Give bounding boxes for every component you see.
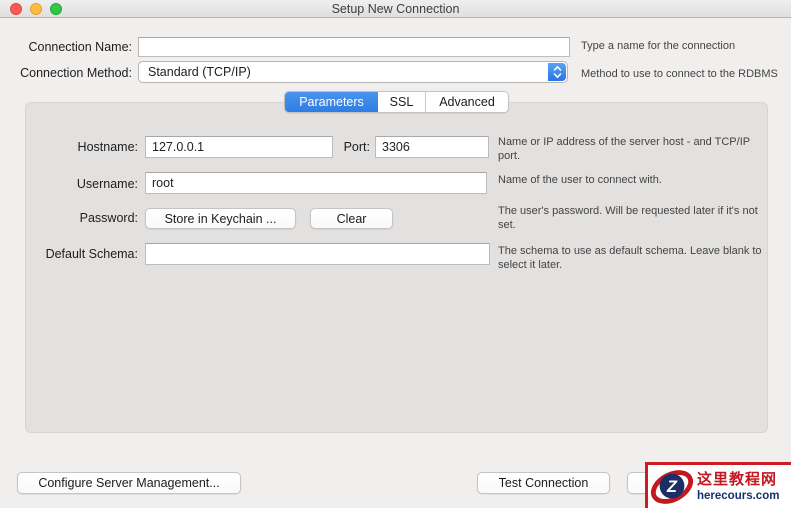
window-title: Setup New Connection xyxy=(331,2,460,16)
username-label: Username: xyxy=(76,177,138,191)
clear-password-button[interactable]: Clear xyxy=(310,208,393,229)
combo-stepper-icon xyxy=(548,63,566,81)
tab-bar: Parameters SSL Advanced xyxy=(284,91,509,113)
tab-ssl[interactable]: SSL xyxy=(378,92,425,112)
port-label: Port: xyxy=(343,140,370,154)
connection-name-hint: Type a name for the connection xyxy=(581,40,736,52)
store-in-keychain-button[interactable]: Store in Keychain ... xyxy=(145,208,296,229)
tab-parameters[interactable]: Parameters xyxy=(285,92,378,112)
hostname-hint: Name or IP address of the server host - … xyxy=(498,136,750,162)
password-label: Password: xyxy=(79,211,138,225)
configure-server-management-button[interactable]: Configure Server Management... xyxy=(17,472,241,494)
connection-method-value: Standard (TCP/IP) xyxy=(148,65,251,79)
default-schema-hint: The schema to use as default schema. Lea… xyxy=(498,245,762,271)
connection-name-input[interactable] xyxy=(138,37,570,57)
hostname-input[interactable] xyxy=(145,136,333,158)
watermark-cn-text: 这里教程网 xyxy=(697,470,778,488)
test-connection-button[interactable]: Test Connection xyxy=(477,472,610,494)
password-hint: The user's password. Will be requested l… xyxy=(498,205,758,231)
watermark: Z 这里教程网 herecours.com xyxy=(645,462,791,508)
hostname-label: Hostname: xyxy=(77,140,138,154)
default-schema-label: Default Schema: xyxy=(45,247,138,261)
watermark-texts: 这里教程网 herecours.com xyxy=(697,471,779,503)
tab-advanced[interactable]: Advanced xyxy=(425,92,508,112)
username-hint: Name of the user to connect with. xyxy=(498,174,662,186)
watermark-site-text: herecours.com xyxy=(697,489,780,502)
connection-method-label: Connection Method: xyxy=(20,66,132,80)
watermark-logo-icon: Z xyxy=(650,469,694,504)
port-input[interactable] xyxy=(375,136,489,158)
username-input[interactable] xyxy=(145,172,487,194)
connection-name-label: Connection Name: xyxy=(28,40,132,54)
svg-text:Z: Z xyxy=(666,477,678,495)
title-bar: Setup New Connection xyxy=(0,0,791,18)
connection-method-select[interactable]: Standard (TCP/IP) xyxy=(138,61,568,83)
connection-method-hint: Method to use to connect to the RDBMS xyxy=(581,68,778,80)
default-schema-input[interactable] xyxy=(145,243,490,265)
setup-new-connection-window: Setup New Connection Connection Name: Ty… xyxy=(0,0,791,508)
